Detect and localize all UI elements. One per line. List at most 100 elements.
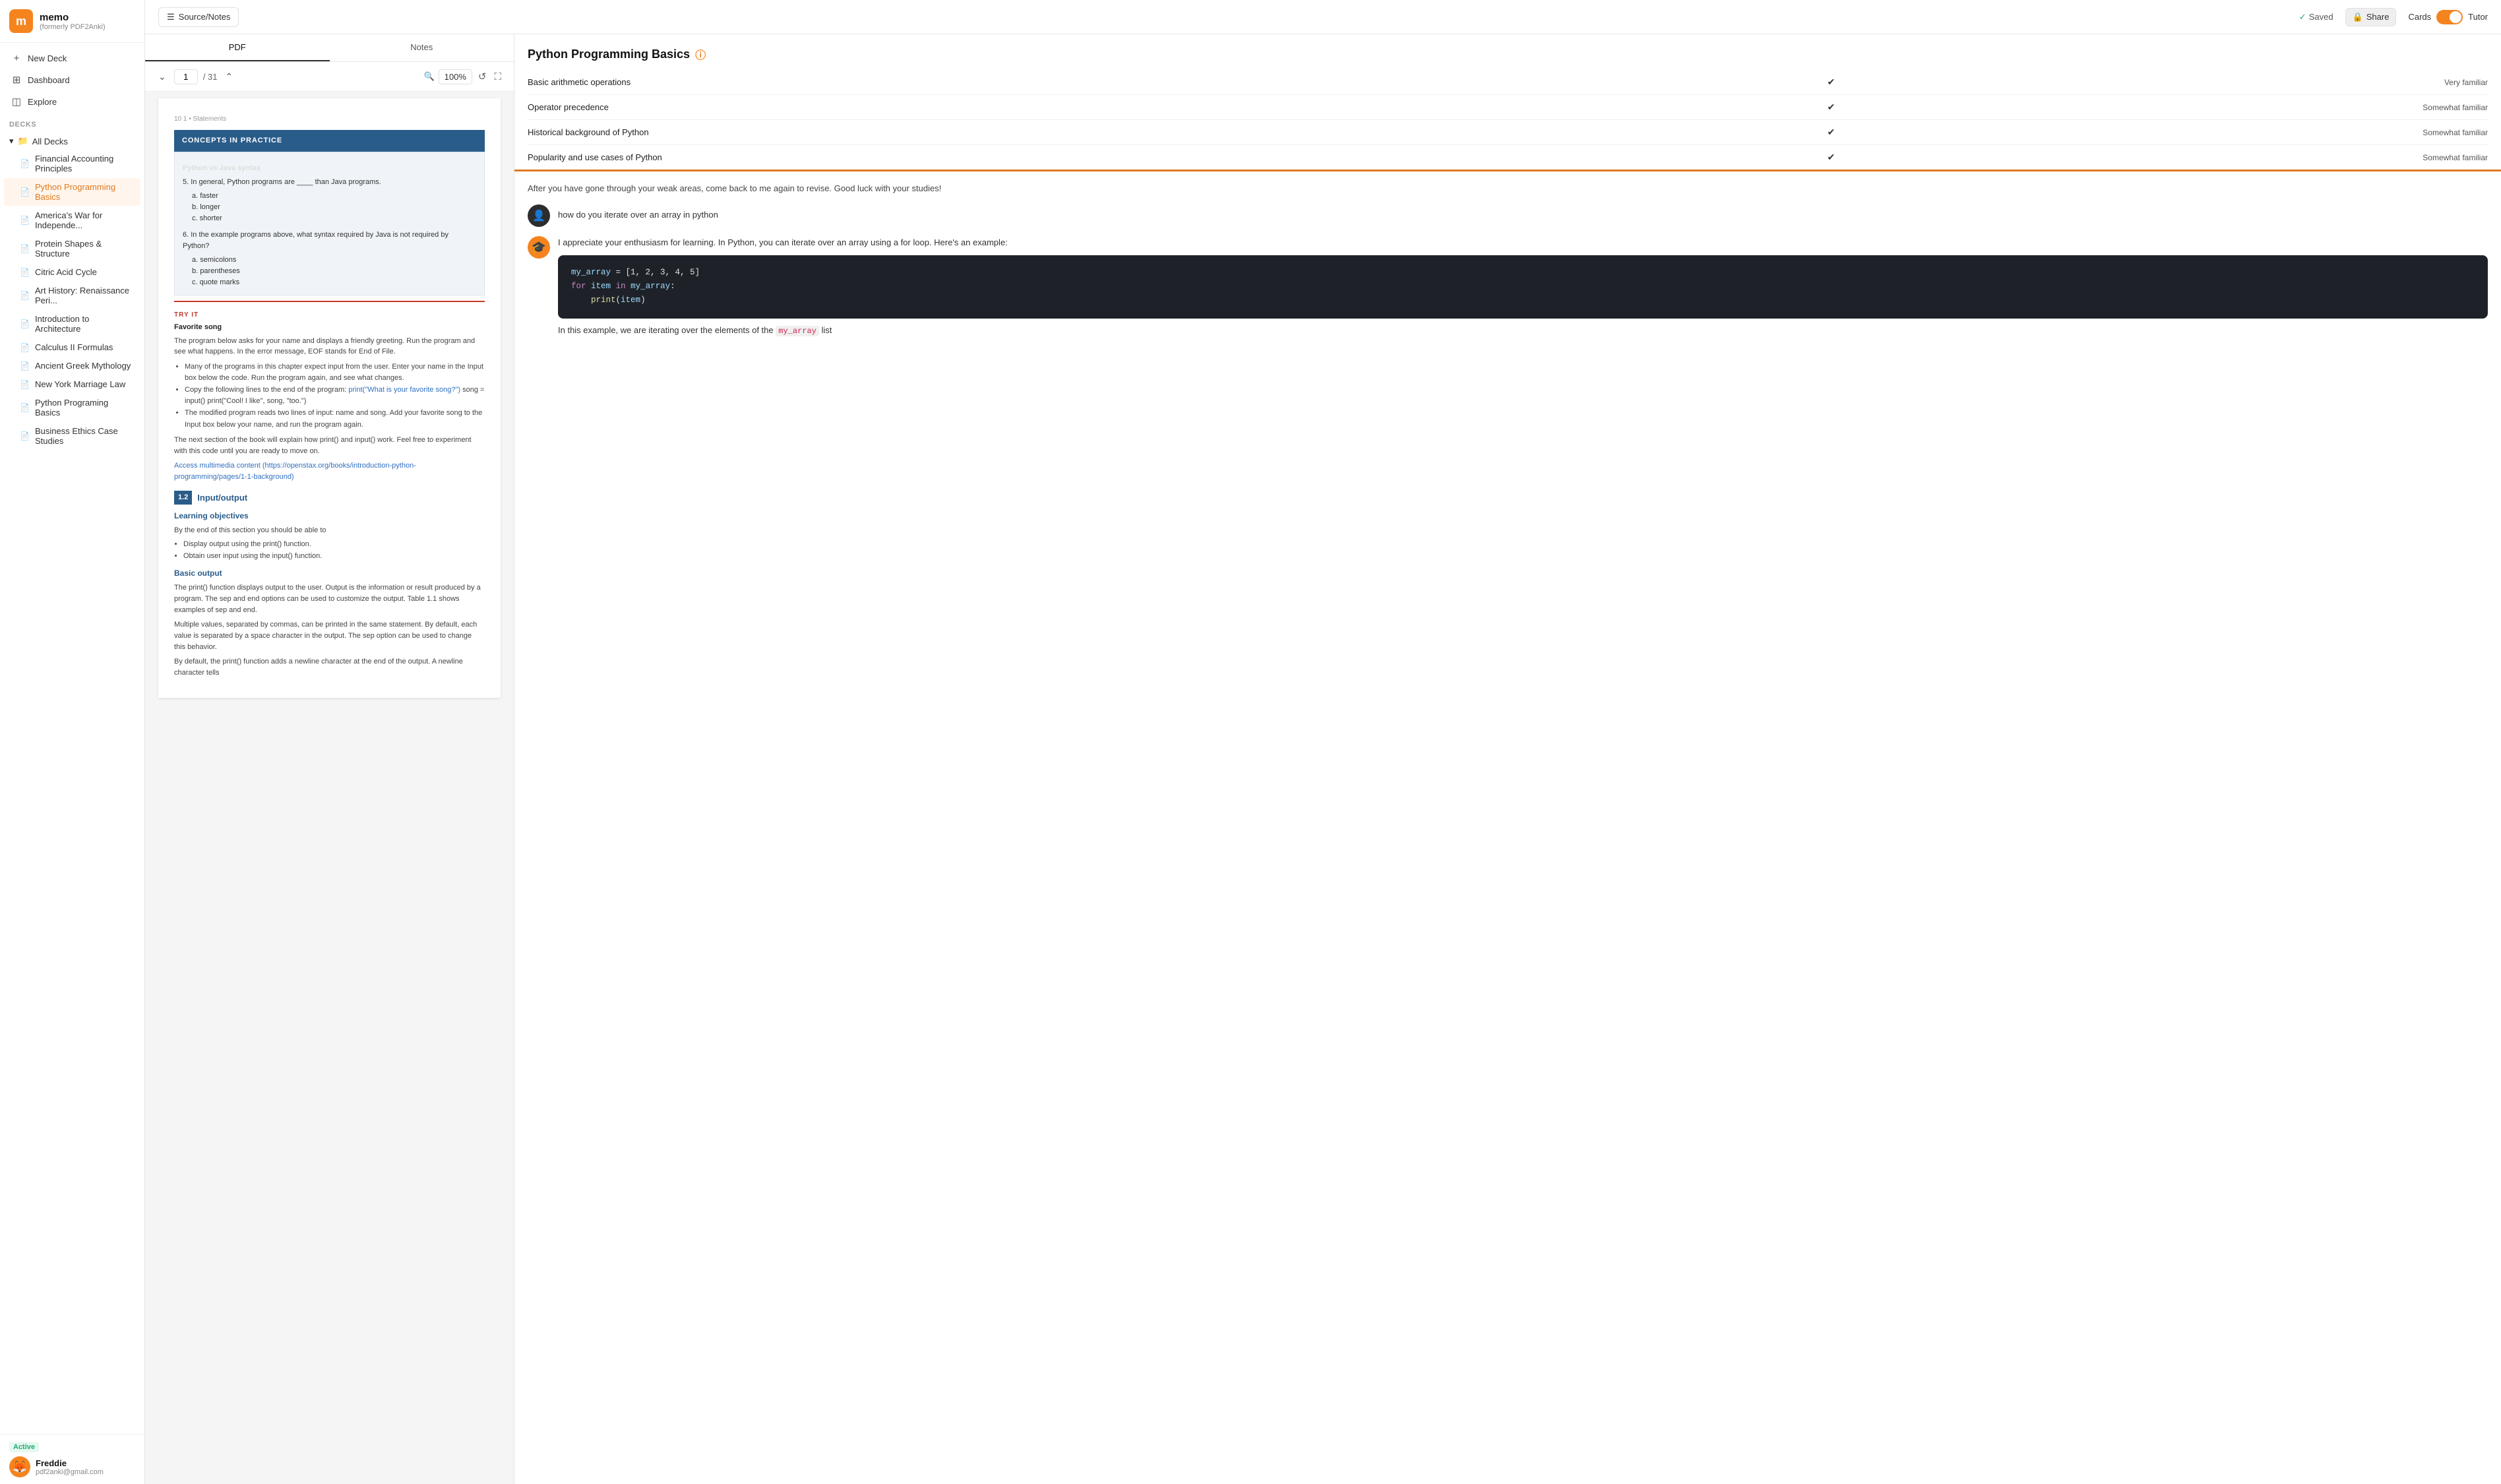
- check-icon: ✓: [2299, 12, 2306, 22]
- source-notes-icon: ☰: [167, 12, 175, 22]
- page-next-button[interactable]: ⌃: [222, 70, 235, 84]
- learning-objectives-list: Display output using the print() functio…: [183, 539, 485, 562]
- file-icon: 📄: [20, 159, 30, 168]
- refresh-button[interactable]: ↺: [476, 69, 489, 84]
- deck-label-art: Art History: Renaissance Peri...: [35, 286, 135, 305]
- toggle-knob: [2450, 11, 2461, 23]
- concept-level-1: Somewhat familiar: [1841, 103, 2488, 112]
- page-nav: ⌄ / 31 ⌃: [156, 69, 235, 84]
- concept-check-1: ✔: [1821, 102, 1841, 113]
- sidebar-item-financial[interactable]: 📄 Financial Accounting Principles: [4, 150, 140, 177]
- sidebar-item-dashboard[interactable]: ⊞ Dashboard: [4, 69, 140, 90]
- topbar-right: ✓ Saved 🔒 Share Cards Tutor: [2299, 8, 2488, 26]
- tab-pdf[interactable]: PDF: [145, 34, 330, 61]
- folder-icon: 📁: [18, 136, 28, 146]
- tutor-deck-name: Python Programming Basics: [528, 47, 690, 61]
- active-badge: Active: [9, 1442, 39, 1452]
- deck-label-calculus: Calculus II Formulas: [35, 342, 113, 352]
- chevron-down-icon: ▾: [9, 136, 14, 146]
- learning-objectives-title: Learning objectives: [174, 510, 485, 522]
- bot-msg-1: I appreciate your enthusiasm for learnin…: [558, 236, 2488, 250]
- cards-toggle[interactable]: [2436, 10, 2463, 24]
- code-item: item: [591, 282, 611, 291]
- fullscreen-button[interactable]: ⛶: [492, 69, 503, 84]
- content-area: PDF Notes ⌄ / 31 ⌃ 🔍 100% ↺ ⛶: [145, 34, 2501, 1484]
- user-message: how do you iterate over an array in pyth…: [558, 204, 2488, 222]
- sidebar-item-explore[interactable]: ◫ Explore: [4, 91, 140, 112]
- sidebar-item-new-deck[interactable]: + New Deck: [4, 48, 140, 69]
- source-notes-label: Source/Notes: [179, 12, 231, 22]
- sidebar-item-business[interactable]: 📄 Business Ethics Case Studies: [4, 422, 140, 450]
- deck-label-python: Python Programming Basics: [35, 182, 135, 202]
- user-email: pdf2anki@gmail.com: [36, 1468, 104, 1476]
- q5-a: a. faster: [192, 191, 476, 202]
- code-var-1: my_array: [571, 268, 611, 277]
- concept-check-0: ✔: [1821, 77, 1841, 88]
- q5-c: c. shorter: [192, 213, 476, 224]
- share-button[interactable]: 🔒 Share: [2345, 8, 2397, 26]
- sidebar-nav: + New Deck ⊞ Dashboard ◫ Explore: [0, 43, 144, 118]
- concepts-body: Python vs Java syntax 5. In general, Pyt…: [174, 152, 485, 295]
- sidebar-item-america[interactable]: 📄 America's War for Independe...: [4, 206, 140, 234]
- sidebar-item-calculus[interactable]: 📄 Calculus II Formulas: [4, 338, 140, 356]
- share-label: Share: [2366, 12, 2390, 22]
- code-item2: item: [621, 295, 640, 305]
- pdf-content[interactable]: 10 1 • Statements CONCEPTS IN PRACTICE P…: [145, 92, 514, 1484]
- tutor-panel: Python Programming Basics ⓘ Basic arithm…: [514, 34, 2501, 1484]
- sidebar-item-citric[interactable]: 📄 Citric Acid Cycle: [4, 263, 140, 281]
- familiarity-row-3: Popularity and use cases of Python ✔ Som…: [528, 145, 2488, 170]
- question-6: 6. In the example programs above, what s…: [183, 230, 476, 252]
- section-header: 1.2 Input/output: [174, 491, 485, 505]
- sidebar-footer: Active 🦊 Freddie pdf2anki@gmail.com: [0, 1434, 144, 1484]
- sidebar-item-architecture[interactable]: 📄 Introduction to Architecture: [4, 310, 140, 338]
- bot-msg-2: In this example, we are iterating over t…: [558, 324, 2488, 338]
- lock-icon: 🔒: [2353, 12, 2363, 22]
- sidebar-item-marriage[interactable]: 📄 New York Marriage Law: [4, 375, 140, 393]
- red-divider: [174, 301, 485, 302]
- sidebar: m memo (formerly PDF2Anki) + New Deck ⊞ …: [0, 0, 145, 1484]
- learning-objectives-sub: By the end of this section you should be…: [174, 525, 485, 536]
- try-bullet-1: Many of the programs in this chapter exp…: [185, 361, 485, 385]
- source-notes-button[interactable]: ☰ Source/Notes: [158, 7, 239, 27]
- q6-b: b. parentheses: [192, 266, 476, 277]
- familiarity-row-2: Historical background of Python ✔ Somewh…: [528, 120, 2488, 145]
- file-icon: 📄: [20, 268, 30, 277]
- file-icon: 📄: [20, 319, 30, 328]
- concept-label-3: Popularity and use cases of Python: [528, 152, 1821, 162]
- code-block: my_array = [1, 2, 3, 4, 5] for item in m…: [558, 255, 2488, 319]
- sidebar-item-greek[interactable]: 📄 Ancient Greek Mythology: [4, 357, 140, 375]
- page-prev-button[interactable]: ⌄: [156, 70, 169, 84]
- all-decks-group[interactable]: ▾ 📁 All Decks: [4, 133, 140, 150]
- code-print: print: [591, 295, 616, 305]
- learning-bullet-1: Display output using the print() functio…: [183, 539, 485, 551]
- sidebar-item-python[interactable]: 📄 Python Programming Basics: [4, 178, 140, 206]
- logo-icon: m: [9, 9, 33, 33]
- saved-status: ✓ Saved: [2299, 12, 2333, 22]
- tutor-label: Tutor: [2468, 12, 2488, 22]
- page-input[interactable]: [174, 69, 198, 84]
- sidebar-item-protein[interactable]: 📄 Protein Shapes & Structure: [4, 235, 140, 263]
- try-list: Many of the programs in this chapter exp…: [185, 361, 485, 431]
- plus-icon: +: [11, 53, 22, 64]
- tab-notes[interactable]: Notes: [330, 34, 514, 61]
- try-bullet-3: The modified program reads two lines of …: [185, 408, 485, 431]
- explore-label: Explore: [28, 97, 57, 107]
- familiarity-row-0: Basic arithmetic operations ✔ Very famil…: [528, 70, 2488, 95]
- decks-list: ▾ 📁 All Decks 📄 Financial Accounting Pri…: [0, 130, 144, 1434]
- decks-section-label: Decks: [0, 118, 144, 130]
- q6-a: a. semicolons: [192, 255, 476, 266]
- dashboard-label: Dashboard: [28, 75, 70, 85]
- sidebar-item-python2[interactable]: 📄 Python Programing Basics: [4, 394, 140, 421]
- concepts-box: CONCEPTS IN PRACTICE: [174, 130, 485, 152]
- sidebar-item-art[interactable]: 📄 Art History: Renaissance Peri...: [4, 282, 140, 309]
- deck-label-america: America's War for Independe...: [35, 210, 135, 230]
- q5-b: b. longer: [192, 202, 476, 213]
- access-link[interactable]: Access multimedia content (https://opens…: [174, 460, 485, 483]
- bot-message-row: 🎓 I appreciate your enthusiasm for learn…: [528, 236, 2488, 338]
- pdf-toolbar: ⌄ / 31 ⌃ 🔍 100% ↺ ⛶: [145, 62, 514, 92]
- concepts-title: CONCEPTS IN PRACTICE: [182, 135, 477, 146]
- topbar-left: ☰ Source/Notes: [158, 7, 239, 27]
- concepts-subtitle: Python vs Java syntax: [183, 163, 476, 174]
- info-icon[interactable]: ⓘ: [695, 46, 706, 62]
- user-message-row: 👤 how do you iterate over an array in py…: [528, 204, 2488, 227]
